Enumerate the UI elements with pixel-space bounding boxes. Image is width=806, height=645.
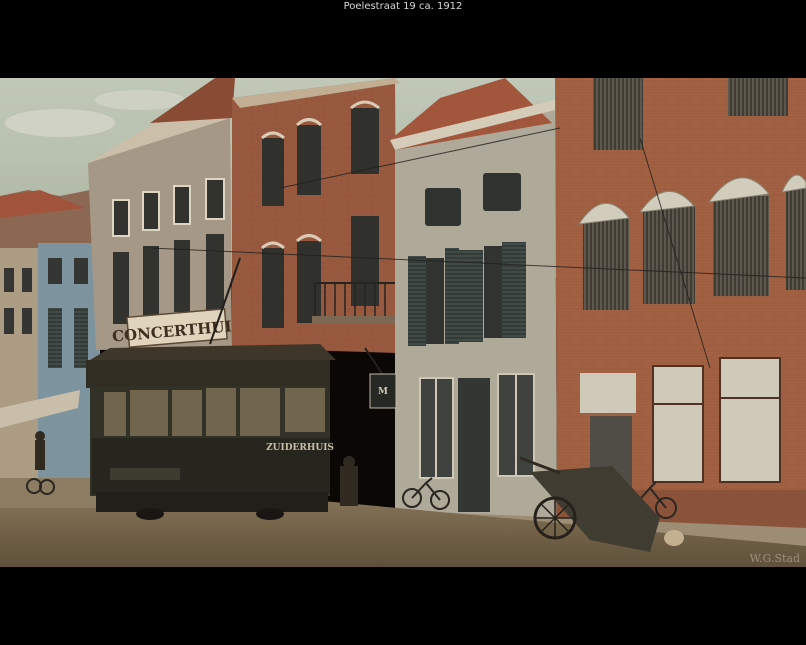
photo-caption: Poelestraat 19 ca. 1912 <box>343 1 463 12</box>
watermark: W.G.Stad <box>750 552 800 565</box>
historic-street-photo: CONCERTHUIS ZUIDERHUIS M W.G.Stad <box>0 78 806 567</box>
